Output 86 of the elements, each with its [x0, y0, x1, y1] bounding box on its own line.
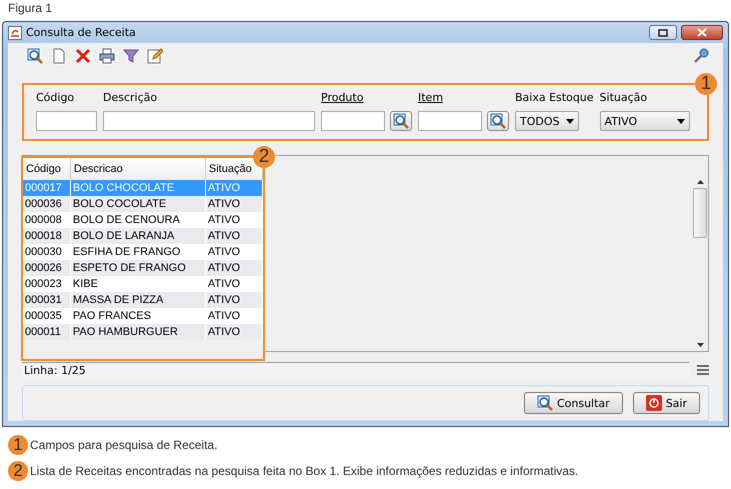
- table-cell: BOLO COCOLATE: [70, 196, 206, 212]
- table-cell: 000008: [23, 212, 70, 228]
- exit-button[interactable]: Sair: [632, 392, 700, 414]
- restore-icon: [658, 28, 668, 36]
- note-text: Campos para pesquisa de Receita.: [30, 438, 218, 452]
- caret-icon: [676, 118, 685, 124]
- input-field[interactable]: [103, 111, 315, 131]
- input-field[interactable]: [36, 111, 97, 131]
- dropdown[interactable]: ATIVO: [600, 111, 690, 131]
- callout-badge: 2: [253, 146, 275, 168]
- table-cell: 000031: [23, 292, 70, 308]
- table-cell: 000023: [23, 276, 70, 292]
- table-cell: ATIVO: [205, 180, 262, 196]
- table-cell: PAO FRANCES: [70, 308, 206, 324]
- callout-badge: 1: [8, 435, 28, 455]
- table-row[interactable]: 000023 KIBE ATIVO: [23, 276, 262, 292]
- table-cell: ATIVO: [205, 212, 262, 228]
- table-row[interactable]: 000018 BOLO DE LARANJA ATIVO: [23, 228, 262, 244]
- table-cell: ATIVO: [205, 308, 262, 324]
- magnifier-icon: [490, 113, 506, 129]
- close-icon: [697, 28, 707, 37]
- close-button[interactable]: [681, 25, 723, 40]
- search-button[interactable]: [390, 111, 412, 131]
- table-row[interactable]: 000026 ESPETO DE FRANGO ATIVO: [23, 260, 262, 276]
- magnifier-icon: [536, 395, 553, 411]
- callout-badge: 2: [8, 461, 28, 481]
- column-header[interactable]: Código: [23, 158, 70, 180]
- window-title: Consulta de Receita: [26, 26, 137, 39]
- figure-caption: Figura 1: [7, 0, 52, 17]
- field-label: Situação: [600, 91, 648, 105]
- table-cell: ATIVO: [205, 260, 262, 276]
- table-cell: 000035: [23, 308, 70, 324]
- table-cell: ATIVO: [205, 292, 262, 308]
- table-cell: ATIVO: [205, 276, 262, 292]
- menu-icon[interactable]: [697, 364, 709, 374]
- table-row[interactable]: 000030 ESFIHA DE FRANGO ATIVO: [23, 244, 262, 260]
- table-cell: 000026: [23, 260, 70, 276]
- callout-badge: 1: [695, 73, 717, 95]
- table-cell: 000011: [23, 324, 70, 340]
- table-cell: KIBE: [70, 276, 206, 292]
- table-cell: BOLO DE CENOURA: [70, 212, 206, 228]
- field-label: Item: [418, 91, 444, 105]
- power-icon: [646, 395, 662, 411]
- table-row[interactable]: 000036 BOLO COCOLATE ATIVO: [23, 196, 262, 212]
- table-row[interactable]: 000011 PAO HAMBURGUER ATIVO: [23, 324, 262, 340]
- field-label: Produto: [321, 91, 364, 105]
- search-icon[interactable]: [26, 47, 44, 65]
- table-row[interactable]: 000031 MASSA DE PIZZA ATIVO: [23, 292, 262, 308]
- scroll-up-icon[interactable]: [696, 180, 704, 184]
- app-icon: [8, 26, 22, 40]
- field-label: Descrição: [103, 91, 158, 105]
- scrollbar[interactable]: [693, 180, 707, 347]
- caret-icon: [566, 118, 574, 124]
- scroll-down-icon[interactable]: [696, 343, 704, 347]
- table-row[interactable]: 000035 PAO FRANCES ATIVO: [23, 308, 262, 324]
- table-row[interactable]: 000008 BOLO DE CENOURA ATIVO: [23, 212, 262, 228]
- table-cell: ESPETO DE FRANGO: [70, 260, 206, 276]
- note-text: Lista de Receitas encontradas na pesquisa feita no Box 1. Exibe informações reduzidas e informativas.: [30, 464, 578, 478]
- table-cell: ATIVO: [205, 324, 262, 340]
- table-cell: 000017: [23, 180, 70, 196]
- table-cell: ATIVO: [205, 196, 262, 212]
- table-cell: ATIVO: [205, 244, 262, 260]
- table-cell: PAO HAMBURGUER: [70, 324, 206, 340]
- delete-icon[interactable]: [74, 47, 92, 65]
- table-cell: 000030: [23, 244, 70, 260]
- search-button[interactable]: Consultar: [524, 392, 623, 414]
- table-cell: 000018: [23, 228, 70, 244]
- input-field[interactable]: [418, 111, 482, 131]
- restore-button[interactable]: [649, 25, 677, 40]
- table-cell: 000036: [23, 196, 70, 212]
- filter-icon[interactable]: [122, 47, 140, 65]
- magnifier-icon: [393, 113, 409, 129]
- field-label: Código: [36, 91, 76, 105]
- field-label: Baixa Estoque: [515, 91, 594, 105]
- column-header[interactable]: Descricao: [70, 158, 206, 180]
- search-button[interactable]: [487, 111, 509, 131]
- status-bar: Linha: 1/25: [22, 362, 689, 377]
- table-cell: BOLO CHOCOLATE: [70, 180, 206, 196]
- table-cell: BOLO DE LARANJA: [70, 228, 206, 244]
- edit-icon[interactable]: [146, 47, 164, 65]
- table-cell: ATIVO: [205, 228, 262, 244]
- table-cell: MASSA DE PIZZA: [70, 292, 206, 308]
- table-cell: ESFIHA DE FRANGO: [70, 244, 206, 260]
- input-field[interactable]: [321, 111, 385, 131]
- dropdown[interactable]: TODOS: [515, 111, 579, 131]
- printer-icon[interactable]: [98, 47, 116, 65]
